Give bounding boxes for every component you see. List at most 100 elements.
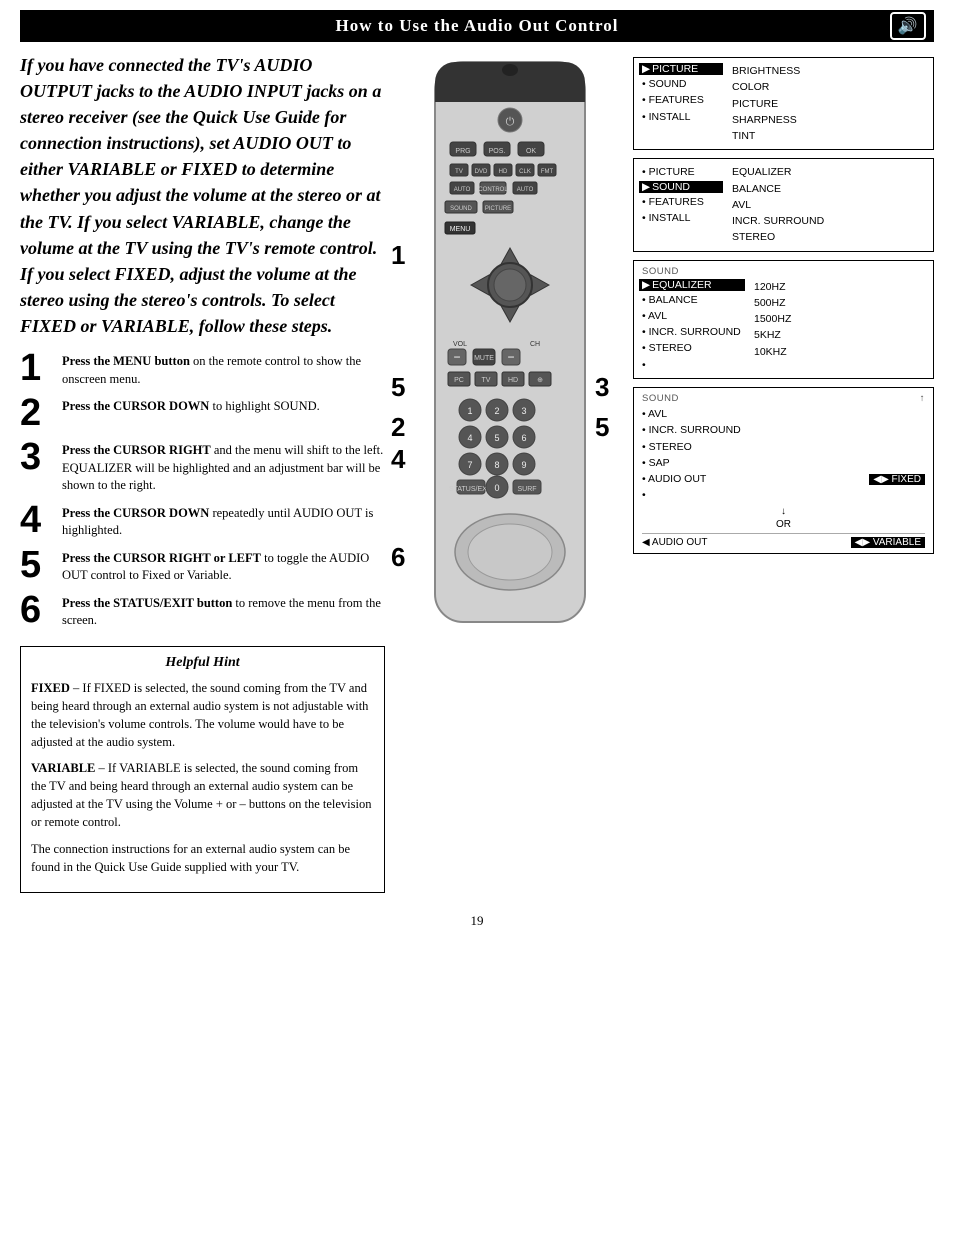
svg-text:CLK: CLK xyxy=(519,169,531,175)
step-6: 6 Press the STATUS/EXIT button to remove… xyxy=(20,595,385,630)
osd-m4-or: OR xyxy=(642,519,925,530)
svg-text:CH: CH xyxy=(530,341,540,348)
step-3-overlay: 3 xyxy=(595,372,609,403)
osd-m3-eq-arrow: ▶ xyxy=(642,279,650,291)
osd-balance-label: BALANCE xyxy=(732,181,824,197)
svg-text:TV: TV xyxy=(455,169,463,175)
svg-text:SURF: SURF xyxy=(517,486,536,493)
svg-text:SOUND: SOUND xyxy=(450,206,472,212)
step-4: 4 Press the CURSOR DOWN repeatedly until… xyxy=(20,505,385,540)
remote-area: 1 5 2 4 3 5 6 ⏻ xyxy=(395,52,625,893)
osd-m3-stereo: • STEREO xyxy=(642,340,742,356)
osd-avl-label: AVL xyxy=(732,197,824,213)
osd-picture-item: ▶ PICTURE xyxy=(639,63,723,75)
remote-svg: ⏻ PRG POS. OK TV DVD HD xyxy=(405,52,615,652)
osd-m4-down-arrow: ↓ xyxy=(642,506,925,517)
osd-m4-incr: • INCR. SURROUND xyxy=(642,422,925,438)
svg-text:HD: HD xyxy=(508,377,518,384)
hint-box: Helpful Hint FIXED – If FIXED is selecte… xyxy=(20,646,385,893)
step-5-bold: Press the CURSOR RIGHT or LEFT xyxy=(62,551,261,565)
osd-m4-section: SOUND ↑ xyxy=(642,393,925,404)
osd-m2-picture: • PICTURE xyxy=(642,164,720,180)
svg-text:⏻: ⏻ xyxy=(506,116,515,128)
osd-menu-4: SOUND ↑ • AVL • INCR. SURROUND • STEREO … xyxy=(633,387,934,554)
svg-text:PICTURE: PICTURE xyxy=(485,206,511,212)
osd-m2-sound: ▶ SOUND xyxy=(639,181,723,193)
page-number: 19 xyxy=(0,913,954,939)
svg-text:4: 4 xyxy=(467,433,472,443)
svg-text:OK: OK xyxy=(526,148,536,155)
osd-120hz: 120HZ xyxy=(754,279,791,295)
svg-text:⊕: ⊕ xyxy=(537,377,543,384)
svg-text:PC: PC xyxy=(454,377,464,384)
osd-5khz: 5KHZ xyxy=(754,327,791,343)
svg-text:AUTO: AUTO xyxy=(454,187,471,193)
svg-text:−: − xyxy=(453,350,460,364)
step-3-number: 3 xyxy=(20,438,62,476)
step-1-number: 1 xyxy=(20,349,62,387)
svg-text:8: 8 xyxy=(494,460,499,470)
svg-text:6: 6 xyxy=(521,433,526,443)
osd-m4-empty: • xyxy=(642,487,925,503)
osd-m3-eq: ▶ EQUALIZER xyxy=(639,279,745,291)
osd-m4-sound-label: SOUND xyxy=(642,393,679,404)
osd-features-item: • FEATURES xyxy=(642,92,720,108)
osd-m3-eq-label: EQUALIZER xyxy=(652,279,712,291)
osd-color: COLOR xyxy=(732,79,800,95)
osd-stereo-label: STEREO xyxy=(732,229,824,245)
osd-m2-sound-arrow: ▶ xyxy=(642,181,650,193)
hint-fixed-text: – If FIXED is selected, the sound coming… xyxy=(31,681,368,749)
svg-text:MENU: MENU xyxy=(450,226,471,233)
step-1-text: Press the MENU button on the remote cont… xyxy=(62,353,385,388)
osd-menu-3: SOUND ▶ EQUALIZER • BALANCE • AVL • INCR… xyxy=(633,260,934,379)
osd-m4-audio-out-left: ◀ AUDIO OUT xyxy=(642,537,707,548)
svg-text:−: − xyxy=(507,350,514,364)
svg-text:TV: TV xyxy=(482,377,491,384)
svg-text:FMT: FMT xyxy=(541,169,554,175)
hint-fixed-label: FIXED xyxy=(31,681,70,695)
step-5-overlay-right: 5 xyxy=(595,412,609,443)
osd-m2-install: • INSTALL xyxy=(642,210,720,226)
step-3-bold: Press the CURSOR RIGHT xyxy=(62,443,211,457)
osd-m3-balance: • BALANCE xyxy=(642,292,742,308)
step-4-bold: Press the CURSOR DOWN xyxy=(62,506,209,520)
step-1-bold: Press the MENU button xyxy=(62,354,190,368)
step-6-text: Press the STATUS/EXIT button to remove t… xyxy=(62,595,385,630)
step-4-number: 4 xyxy=(20,501,62,539)
step-2-rest: to highlight SOUND. xyxy=(209,399,319,413)
page-header: How to Use the Audio Out Control 🔊 xyxy=(20,10,934,42)
svg-text:VOL: VOL xyxy=(453,341,467,348)
svg-text:7: 7 xyxy=(467,460,472,470)
hint-title-text: Helpful Hint xyxy=(165,655,239,670)
step-4-overlay: 4 xyxy=(391,444,405,475)
osd-m4-audio-out-label: • AUDIO OUT xyxy=(642,471,706,487)
hint-variable-label: VARIABLE xyxy=(31,761,95,775)
osd-incr-surround-label: INCR. SURROUND xyxy=(732,213,824,229)
osd-m4-variable-value: ◀▶ VARIABLE xyxy=(851,537,925,548)
osd-m4-up-arrow: ↑ xyxy=(920,393,925,404)
step-2: 2 Press the CURSOR DOWN to highlight SOU… xyxy=(20,398,385,432)
svg-text:1: 1 xyxy=(467,406,472,416)
osd-m2-sound-label: SOUND xyxy=(652,181,690,193)
drop-cap: I xyxy=(20,55,27,75)
svg-text:CONTROL: CONTROL xyxy=(478,187,508,193)
osd-menu-3-content: ▶ EQUALIZER • BALANCE • AVL • INCR. SURR… xyxy=(642,279,925,373)
svg-text:0: 0 xyxy=(494,483,499,493)
osd-menu-2-right: EQUALIZER BALANCE AVL INCR. SURROUND STE… xyxy=(732,164,824,245)
osd-tint: TINT xyxy=(732,128,800,144)
audio-icon: 🔊 xyxy=(890,12,926,40)
step-4-text: Press the CURSOR DOWN repeatedly until A… xyxy=(62,505,385,540)
step-5-number: 5 xyxy=(20,546,62,584)
osd-menu-2-content: • PICTURE ▶ SOUND • FEATURES • INSTALL E… xyxy=(642,164,925,245)
osd-sharpness: SHARPNESS xyxy=(732,112,800,128)
osd-menu-2-left: • PICTURE ▶ SOUND • FEATURES • INSTALL xyxy=(642,164,720,245)
step-6-number: 6 xyxy=(20,591,62,629)
main-content: If you have connected the TV's AUDIO OUT… xyxy=(0,42,954,903)
hint-fixed: FIXED – If FIXED is selected, the sound … xyxy=(31,679,374,752)
osd-picture-arrow: ▶ xyxy=(642,63,650,75)
hint-variable: VARIABLE – If VARIABLE is selected, the … xyxy=(31,759,374,832)
osd-1500hz: 1500HZ xyxy=(754,311,791,327)
page: How to Use the Audio Out Control 🔊 If yo… xyxy=(0,10,954,939)
svg-text:PRG: PRG xyxy=(455,148,470,155)
osd-500hz: 500HZ xyxy=(754,295,791,311)
